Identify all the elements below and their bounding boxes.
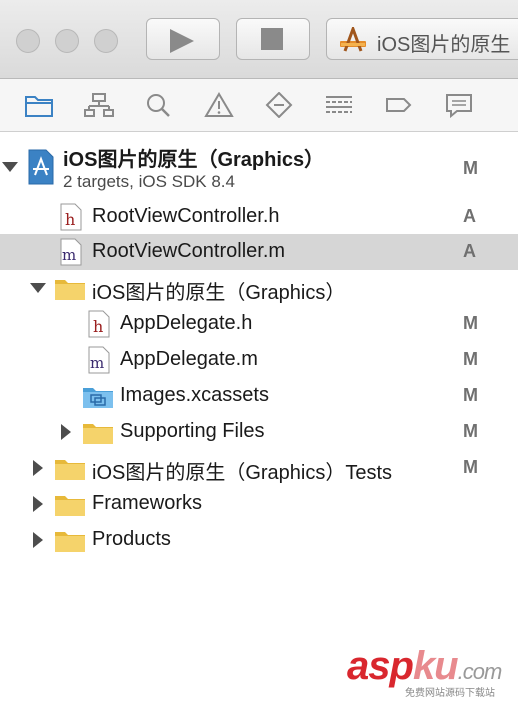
implementation-file-icon: m [60, 238, 82, 266]
folder-icon [55, 532, 85, 552]
svg-text:h: h [93, 317, 103, 336]
tree-row-label: AppDelegate.h [120, 312, 253, 334]
asset-catalog-icon [83, 388, 113, 408]
status-badge: M [463, 421, 478, 441]
tree-row-label: iOS图片的原生（Graphics）Tests [92, 462, 393, 484]
status-badge: A [463, 206, 476, 226]
stop-icon [261, 28, 283, 50]
breakpoint-icon[interactable] [384, 92, 414, 118]
implementation-file-icon: m [88, 346, 110, 374]
watermark-brand-c: .com [457, 659, 503, 684]
folder-icon [55, 280, 85, 300]
warning-icon[interactable] [204, 92, 234, 118]
xcode-app-icon [340, 27, 366, 52]
disclosure-triangle-icon[interactable] [61, 424, 71, 440]
project-title: iOS图片的原生（Graphics） [63, 149, 325, 171]
zoom-window-button[interactable] [94, 29, 118, 53]
folder-icon [55, 460, 85, 480]
run-button[interactable] [146, 18, 220, 60]
stop-button[interactable] [236, 18, 310, 60]
tree-row-label: Images.xcassets [120, 384, 269, 406]
tree-row-label: RootViewController.h [92, 205, 280, 227]
project-subtitle: 2 targets, iOS SDK 8.4 [63, 172, 235, 191]
tree-row-label: RootViewController.m [92, 240, 286, 262]
tree-row-label: Frameworks [92, 492, 203, 514]
folder-icon [55, 496, 85, 516]
project-status-badge: M [463, 158, 478, 178]
disclosure-triangle-icon[interactable] [33, 496, 43, 512]
tree-row-label: iOS图片的原生（Graphics） [92, 282, 346, 304]
status-badge: A [463, 241, 476, 261]
toolbar: iOS图片的原生 [0, 0, 518, 79]
navigator-selector-bar [0, 79, 518, 132]
folder-icon [83, 424, 113, 444]
minimize-window-button[interactable] [55, 29, 79, 53]
tree-row-rootviewcontroller-m[interactable]: m RootViewController.m A [0, 234, 518, 270]
search-icon[interactable] [144, 92, 174, 118]
disclosure-triangle-icon[interactable] [2, 162, 18, 172]
disclosure-triangle-icon[interactable] [33, 532, 43, 548]
tree-row-label: AppDelegate.m [120, 348, 258, 370]
scheme-label: iOS图片的原生 [377, 34, 511, 56]
test-diamond-icon[interactable] [264, 92, 294, 118]
status-badge: M [463, 385, 478, 405]
watermark-brand-a: asp [347, 644, 414, 688]
tree-row-label: Products [92, 528, 171, 550]
status-badge: M [463, 349, 478, 369]
tree-row-appdelegate-h[interactable]: h AppDelegate.h M [0, 306, 518, 342]
status-badge: M [463, 457, 478, 477]
debug-list-icon[interactable] [324, 92, 354, 118]
report-icon[interactable] [444, 92, 474, 118]
disclosure-triangle-icon[interactable] [30, 283, 46, 293]
tree-row-supporting-files[interactable]: Supporting Files M [0, 414, 518, 450]
svg-text:m: m [90, 354, 104, 372]
hierarchy-icon[interactable] [84, 92, 114, 118]
watermark-logo: aspku.com 免费网站源码下载站 [347, 644, 515, 700]
project-file-icon [28, 149, 54, 185]
header-file-icon: h [88, 310, 110, 338]
close-window-button[interactable] [16, 29, 40, 53]
svg-text:h: h [65, 210, 75, 229]
tree-row-label: Supporting Files [120, 420, 265, 442]
tree-row-rootviewcontroller-h[interactable]: h RootViewController.h A [0, 199, 518, 235]
tree-row-images-xcassets[interactable]: Images.xcassets M [0, 378, 518, 414]
tree-row-products[interactable]: Products [0, 522, 518, 558]
svg-text:m: m [62, 246, 76, 264]
tree-row-group-graphics[interactable]: iOS图片的原生（Graphics） [0, 270, 518, 306]
status-badge: M [463, 313, 478, 333]
tree-row-graphics-tests[interactable]: iOS图片的原生（Graphics）Tests M [0, 450, 518, 486]
watermark-tagline: 免费网站源码下载站 [405, 688, 495, 699]
disclosure-triangle-icon[interactable] [33, 460, 43, 476]
play-icon [170, 29, 194, 53]
tree-row-appdelegate-m[interactable]: m AppDelegate.m M [0, 342, 518, 378]
folder-icon[interactable] [24, 92, 54, 118]
watermark-brand-b: ku [412, 644, 459, 688]
header-file-icon: h [60, 203, 82, 231]
tree-row-frameworks[interactable]: Frameworks [0, 486, 518, 522]
scheme-selector[interactable]: iOS图片的原生 [326, 18, 518, 60]
